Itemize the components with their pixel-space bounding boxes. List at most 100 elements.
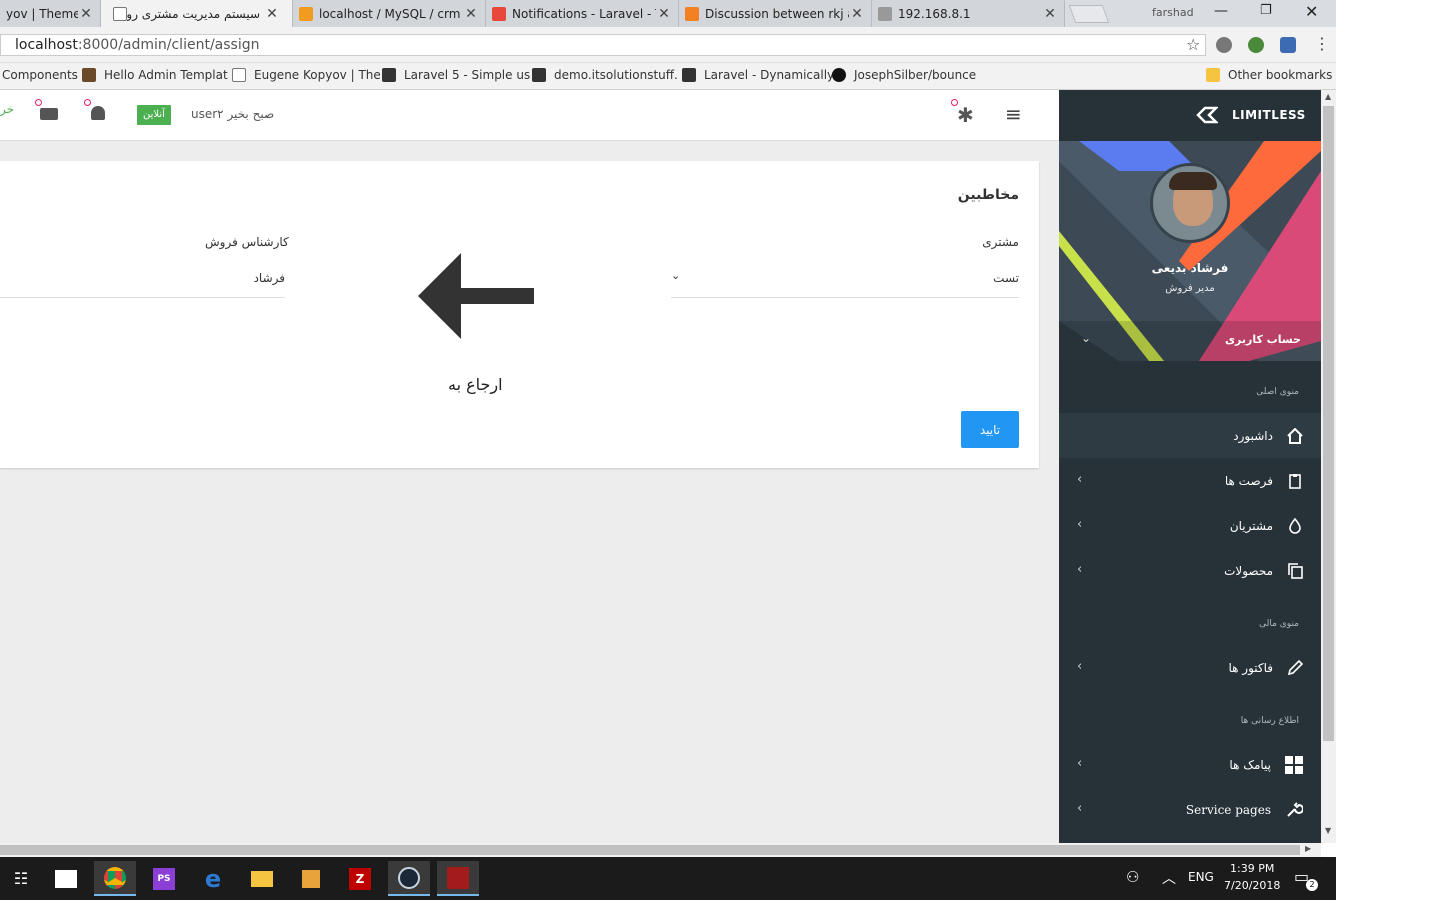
- navbar-edge-text[interactable]: خر: [0, 102, 14, 116]
- scrollbar-thumb[interactable]: [0, 845, 1300, 855]
- puzzle-icon[interactable]: ✱: [957, 103, 974, 127]
- sidebar-item-service-pages[interactable]: ‹ Service pages: [1059, 787, 1321, 832]
- browser-tab[interactable]: Notifications - Laravel - T ✕: [486, 0, 679, 27]
- bookmark[interactable]: Laravel - Dynamically: [682, 68, 834, 82]
- chevron-up-icon[interactable]: ︿: [1162, 868, 1176, 888]
- dota-glyph: [447, 866, 469, 889]
- restore-icon[interactable]: ❐: [1260, 3, 1272, 18]
- site-icon: [682, 68, 696, 82]
- close-icon[interactable]: ✕: [1042, 6, 1058, 22]
- close-icon[interactable]: ✕: [463, 6, 479, 22]
- media-glyph: [302, 869, 320, 888]
- clock-time[interactable]: 1:39 PM: [1230, 862, 1274, 875]
- address-bar[interactable]: localhost:8000/admin/client/assign: [0, 34, 1206, 56]
- screen-margin: [1336, 0, 1440, 900]
- filezilla-glyph: Z: [349, 867, 371, 890]
- menu-dots-icon[interactable]: ⋮: [1314, 34, 1330, 53]
- bookmark[interactable]: JosephSilber/bounce: [832, 68, 976, 82]
- task-view-glyph: ☷: [13, 869, 29, 888]
- page-viewport: خر آنلاین صبح بخیر user۲ ✱ ≡ مخاطبین مشت…: [0, 90, 1336, 843]
- dota-icon[interactable]: [437, 861, 479, 896]
- site-icon: [382, 68, 396, 82]
- card-title: مخاطبین: [957, 187, 1019, 203]
- bookmark[interactable]: Eugene Kopyov | The: [232, 68, 381, 82]
- phpstorm-icon[interactable]: PS: [143, 861, 185, 896]
- hamburger-menu-icon[interactable]: ≡: [1005, 102, 1022, 126]
- extension-globe-icon[interactable]: [1248, 37, 1264, 53]
- browser-tab[interactable]: yov | Theme ✕: [0, 0, 101, 27]
- phpstorm-glyph: PS: [153, 867, 175, 890]
- file-explorer-icon[interactable]: [241, 861, 283, 896]
- people-icon[interactable]: ⚇: [1126, 868, 1139, 886]
- language-indicator[interactable]: ENG: [1188, 870, 1214, 884]
- scroll-down-icon[interactable]: ▼: [1325, 826, 1331, 835]
- sidebar-item-customers[interactable]: ‹ مشتریان: [1059, 503, 1321, 548]
- vertical-scrollbar[interactable]: ▲ ▼: [1321, 90, 1336, 843]
- customer-select[interactable]: تست ⌄: [671, 258, 1019, 298]
- sidebar-item-invoices[interactable]: ‹ فاکتور ها: [1059, 645, 1321, 690]
- close-icon[interactable]: ✕: [78, 6, 94, 22]
- sales-field[interactable]: فرشاد: [0, 258, 285, 298]
- filezilla-icon[interactable]: Z: [339, 861, 381, 896]
- window-close-icon[interactable]: ✕: [1305, 2, 1318, 21]
- browser-tab[interactable]: localhost / MySQL / crm ✕: [293, 0, 486, 27]
- site-icon: [532, 68, 546, 82]
- wrench-icon: [1287, 801, 1303, 817]
- extension-user-icon[interactable]: [1280, 37, 1296, 53]
- browser-tab[interactable]: Discussion between rkj ar ✕: [679, 0, 872, 27]
- brand-bar: LIMITLESS: [1059, 90, 1321, 141]
- page-icon: [232, 68, 246, 82]
- profile-name[interactable]: farshad: [1152, 6, 1194, 19]
- sidebar-item-dashboard[interactable]: داشبورد: [1059, 413, 1321, 458]
- avatar-icon: [82, 68, 96, 82]
- scroll-up-icon[interactable]: ▲: [1325, 92, 1331, 101]
- close-icon[interactable]: ✕: [264, 6, 280, 22]
- minimize-icon[interactable]: —: [1214, 3, 1228, 19]
- top-navbar: خر آنلاین صبح بخیر user۲ ✱ ≡: [0, 90, 1059, 141]
- home-icon: [1287, 427, 1303, 444]
- avatar-hair: [1169, 172, 1217, 190]
- browser-toolbar: localhost:8000/admin/client/assign ☆ ⋮: [0, 27, 1336, 63]
- clock-date[interactable]: 7/20/2018: [1224, 879, 1280, 892]
- stackoverflow-icon: [685, 6, 699, 21]
- scroll-right-icon[interactable]: ▶: [1305, 844, 1311, 853]
- page-icon: [113, 6, 127, 21]
- bookmark[interactable]: demo.itsolutionstuff.: [532, 68, 678, 82]
- close-icon[interactable]: ✕: [849, 6, 865, 22]
- media-player-icon[interactable]: [290, 861, 332, 896]
- edge-icon[interactable]: e: [192, 861, 234, 896]
- notification-badge: [84, 99, 91, 106]
- account-toggle[interactable]: حساب کاربری ⌄: [1059, 321, 1321, 361]
- chat-icon[interactable]: [40, 108, 58, 120]
- steam-icon[interactable]: [388, 861, 430, 896]
- submit-button[interactable]: تایید: [961, 411, 1019, 448]
- horizontal-scrollbar[interactable]: ▶: [0, 843, 1321, 857]
- bookmark[interactable]: Laravel 5 - Simple us: [382, 68, 530, 82]
- browser-tab[interactable]: 192.168.8.1 ✕: [872, 0, 1065, 27]
- chevron-left-icon: ‹: [1077, 517, 1083, 532]
- user-role: مدیر فروش: [1165, 283, 1215, 294]
- grid-icon: [1285, 755, 1303, 774]
- new-tab-button[interactable]: [1068, 5, 1110, 23]
- other-bookmarks[interactable]: Other bookmarks: [1206, 68, 1332, 82]
- scrollbar-thumb[interactable]: [1323, 106, 1334, 741]
- sidebar-item-products[interactable]: ‹ محصولات: [1059, 548, 1321, 593]
- chrome-icon[interactable]: [94, 861, 136, 896]
- folder-icon: [1206, 68, 1220, 82]
- bookmarks-bar: Components Hello Admin Templat Eugene Ko…: [0, 63, 1336, 90]
- bookmark[interactable]: Hello Admin Templat: [82, 68, 228, 82]
- sidebar-item-sms[interactable]: ‹ پیامک ها: [1059, 742, 1321, 787]
- close-icon[interactable]: ✕: [656, 6, 672, 22]
- extension-gear-icon[interactable]: [1216, 37, 1232, 53]
- sidebar-item-opportunities[interactable]: ‹ فرصت ها: [1059, 458, 1321, 503]
- task-view-icon[interactable]: ☷: [0, 861, 42, 896]
- customer-label: مشتری: [982, 235, 1019, 249]
- bell-icon[interactable]: [91, 106, 105, 120]
- browser-tab-active[interactable]: ✕ سیستم مدیریت مشتری روی: [101, 0, 293, 27]
- limitless-logo-icon: [1196, 106, 1218, 124]
- star-icon[interactable]: ☆: [1186, 35, 1200, 54]
- bookmark[interactable]: Components: [2, 68, 78, 82]
- avatar[interactable]: [1150, 163, 1230, 243]
- section-main-label: منوی اصلی: [1256, 387, 1299, 397]
- video-app-icon[interactable]: [45, 861, 87, 896]
